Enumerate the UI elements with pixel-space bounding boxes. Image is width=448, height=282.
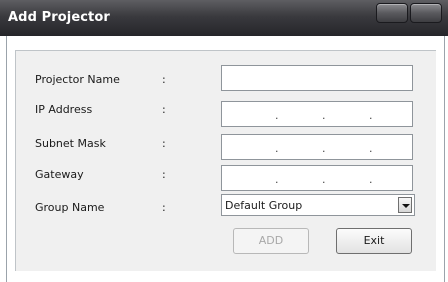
group-name-colon: : <box>162 201 166 214</box>
ip-address-input[interactable]: . . . <box>221 101 413 127</box>
ip-dot-2: . <box>322 109 326 122</box>
chevron-down-icon[interactable] <box>398 197 412 213</box>
title-bar[interactable]: Add Projector <box>0 0 448 36</box>
subnet-mask-colon: : <box>162 137 166 150</box>
add-button[interactable]: ADD <box>233 228 309 254</box>
ip-dot-3: . <box>369 109 373 122</box>
subnet-dot-3: . <box>369 142 373 155</box>
minimize-button[interactable] <box>376 3 408 23</box>
ip-address-label: IP Address <box>35 103 93 116</box>
group-name-label: Group Name <box>35 201 105 214</box>
gateway-input[interactable]: . . . <box>221 165 413 191</box>
subnet-mask-input[interactable]: . . . <box>221 134 413 160</box>
gateway-colon: : <box>162 168 166 181</box>
gateway-dot-3: . <box>369 173 373 186</box>
close-button[interactable] <box>410 3 442 23</box>
projector-name-input[interactable] <box>221 65 413 91</box>
gateway-dot-1: . <box>275 173 279 186</box>
ip-address-colon: : <box>162 103 166 116</box>
projector-name-colon: : <box>162 73 166 86</box>
window-controls <box>376 3 442 25</box>
projector-name-label: Projector Name <box>35 73 120 86</box>
gateway-label: Gateway <box>35 168 84 181</box>
subnet-dot-1: . <box>275 142 279 155</box>
gateway-dot-2: . <box>322 173 326 186</box>
exit-button[interactable]: Exit <box>336 228 412 254</box>
subnet-mask-label: Subnet Mask <box>35 137 106 150</box>
window-title: Add Projector <box>8 10 110 25</box>
group-name-selected-value: Default Group <box>225 199 303 212</box>
group-name-select[interactable]: Default Group <box>221 194 415 216</box>
add-projector-window: Add Projector Projector Name : IP Addres… <box>0 0 448 282</box>
subnet-dot-2: . <box>322 142 326 155</box>
projector-form: Projector Name : IP Address : . . . Subn… <box>15 50 436 271</box>
dialog-body: Projector Name : IP Address : . . . Subn… <box>6 36 445 282</box>
ip-dot-1: . <box>275 109 279 122</box>
